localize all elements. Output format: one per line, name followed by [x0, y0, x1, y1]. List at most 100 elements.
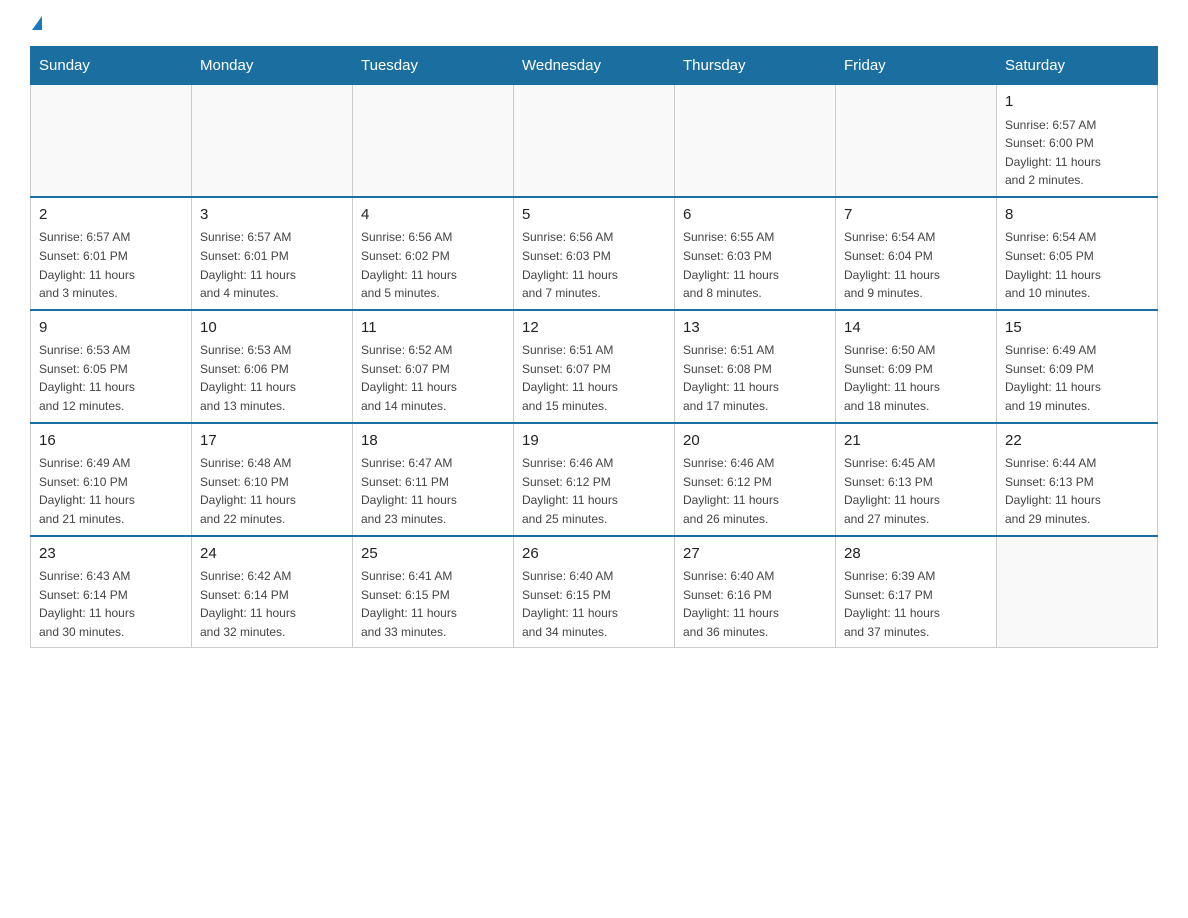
weekday-header-saturday: Saturday — [997, 47, 1158, 85]
day-info: Sunrise: 6:57 AM Sunset: 6:00 PM Dayligh… — [1005, 116, 1149, 190]
logo — [30, 20, 42, 30]
day-number: 7 — [844, 204, 988, 227]
calendar-week-row: 1Sunrise: 6:57 AM Sunset: 6:00 PM Daylig… — [31, 85, 1158, 197]
day-info: Sunrise: 6:45 AM Sunset: 6:13 PM Dayligh… — [844, 454, 988, 528]
day-number: 26 — [522, 543, 666, 566]
calendar-week-row: 16Sunrise: 6:49 AM Sunset: 6:10 PM Dayli… — [31, 423, 1158, 536]
day-info: Sunrise: 6:56 AM Sunset: 6:03 PM Dayligh… — [522, 228, 666, 302]
page-header — [30, 20, 1158, 30]
day-number: 3 — [200, 204, 344, 227]
day-info: Sunrise: 6:49 AM Sunset: 6:09 PM Dayligh… — [1005, 341, 1149, 415]
calendar-day-cell: 6Sunrise: 6:55 AM Sunset: 6:03 PM Daylig… — [675, 197, 836, 310]
day-info: Sunrise: 6:43 AM Sunset: 6:14 PM Dayligh… — [39, 567, 183, 641]
calendar-day-cell: 15Sunrise: 6:49 AM Sunset: 6:09 PM Dayli… — [997, 310, 1158, 423]
calendar-day-cell: 25Sunrise: 6:41 AM Sunset: 6:15 PM Dayli… — [353, 536, 514, 648]
calendar-week-row: 2Sunrise: 6:57 AM Sunset: 6:01 PM Daylig… — [31, 197, 1158, 310]
day-number: 21 — [844, 430, 988, 453]
calendar-header-row: SundayMondayTuesdayWednesdayThursdayFrid… — [31, 47, 1158, 85]
day-number: 23 — [39, 543, 183, 566]
calendar-day-cell: 3Sunrise: 6:57 AM Sunset: 6:01 PM Daylig… — [192, 197, 353, 310]
day-number: 18 — [361, 430, 505, 453]
day-info: Sunrise: 6:46 AM Sunset: 6:12 PM Dayligh… — [683, 454, 827, 528]
calendar-day-cell: 1Sunrise: 6:57 AM Sunset: 6:00 PM Daylig… — [997, 85, 1158, 197]
calendar-day-cell: 10Sunrise: 6:53 AM Sunset: 6:06 PM Dayli… — [192, 310, 353, 423]
day-info: Sunrise: 6:46 AM Sunset: 6:12 PM Dayligh… — [522, 454, 666, 528]
day-info: Sunrise: 6:44 AM Sunset: 6:13 PM Dayligh… — [1005, 454, 1149, 528]
day-number: 24 — [200, 543, 344, 566]
day-number: 14 — [844, 317, 988, 340]
calendar-day-cell: 27Sunrise: 6:40 AM Sunset: 6:16 PM Dayli… — [675, 536, 836, 648]
weekday-header-thursday: Thursday — [675, 47, 836, 85]
day-number: 2 — [39, 204, 183, 227]
calendar-day-cell — [353, 85, 514, 197]
calendar-day-cell — [836, 85, 997, 197]
day-number: 15 — [1005, 317, 1149, 340]
weekday-header-monday: Monday — [192, 47, 353, 85]
day-number: 25 — [361, 543, 505, 566]
day-info: Sunrise: 6:39 AM Sunset: 6:17 PM Dayligh… — [844, 567, 988, 641]
day-number: 9 — [39, 317, 183, 340]
calendar-day-cell: 2Sunrise: 6:57 AM Sunset: 6:01 PM Daylig… — [31, 197, 192, 310]
day-number: 11 — [361, 317, 505, 340]
calendar-day-cell: 24Sunrise: 6:42 AM Sunset: 6:14 PM Dayli… — [192, 536, 353, 648]
day-info: Sunrise: 6:49 AM Sunset: 6:10 PM Dayligh… — [39, 454, 183, 528]
day-number: 19 — [522, 430, 666, 453]
day-info: Sunrise: 6:47 AM Sunset: 6:11 PM Dayligh… — [361, 454, 505, 528]
calendar-day-cell: 9Sunrise: 6:53 AM Sunset: 6:05 PM Daylig… — [31, 310, 192, 423]
day-info: Sunrise: 6:55 AM Sunset: 6:03 PM Dayligh… — [683, 228, 827, 302]
day-info: Sunrise: 6:56 AM Sunset: 6:02 PM Dayligh… — [361, 228, 505, 302]
calendar-day-cell: 7Sunrise: 6:54 AM Sunset: 6:04 PM Daylig… — [836, 197, 997, 310]
logo-triangle-icon — [32, 16, 42, 30]
calendar-day-cell — [31, 85, 192, 197]
day-info: Sunrise: 6:53 AM Sunset: 6:05 PM Dayligh… — [39, 341, 183, 415]
day-number: 20 — [683, 430, 827, 453]
calendar-day-cell: 26Sunrise: 6:40 AM Sunset: 6:15 PM Dayli… — [514, 536, 675, 648]
weekday-header-tuesday: Tuesday — [353, 47, 514, 85]
calendar-day-cell: 19Sunrise: 6:46 AM Sunset: 6:12 PM Dayli… — [514, 423, 675, 536]
calendar-day-cell: 18Sunrise: 6:47 AM Sunset: 6:11 PM Dayli… — [353, 423, 514, 536]
calendar-day-cell: 28Sunrise: 6:39 AM Sunset: 6:17 PM Dayli… — [836, 536, 997, 648]
calendar-day-cell: 4Sunrise: 6:56 AM Sunset: 6:02 PM Daylig… — [353, 197, 514, 310]
calendar-week-row: 9Sunrise: 6:53 AM Sunset: 6:05 PM Daylig… — [31, 310, 1158, 423]
calendar-day-cell: 17Sunrise: 6:48 AM Sunset: 6:10 PM Dayli… — [192, 423, 353, 536]
calendar-day-cell: 12Sunrise: 6:51 AM Sunset: 6:07 PM Dayli… — [514, 310, 675, 423]
calendar-day-cell: 13Sunrise: 6:51 AM Sunset: 6:08 PM Dayli… — [675, 310, 836, 423]
day-info: Sunrise: 6:48 AM Sunset: 6:10 PM Dayligh… — [200, 454, 344, 528]
weekday-header-sunday: Sunday — [31, 47, 192, 85]
calendar-day-cell: 11Sunrise: 6:52 AM Sunset: 6:07 PM Dayli… — [353, 310, 514, 423]
weekday-header-wednesday: Wednesday — [514, 47, 675, 85]
day-info: Sunrise: 6:53 AM Sunset: 6:06 PM Dayligh… — [200, 341, 344, 415]
calendar-day-cell — [675, 85, 836, 197]
day-info: Sunrise: 6:52 AM Sunset: 6:07 PM Dayligh… — [361, 341, 505, 415]
day-info: Sunrise: 6:54 AM Sunset: 6:05 PM Dayligh… — [1005, 228, 1149, 302]
day-info: Sunrise: 6:51 AM Sunset: 6:07 PM Dayligh… — [522, 341, 666, 415]
calendar-table: SundayMondayTuesdayWednesdayThursdayFrid… — [30, 46, 1158, 648]
calendar-day-cell — [997, 536, 1158, 648]
calendar-day-cell: 22Sunrise: 6:44 AM Sunset: 6:13 PM Dayli… — [997, 423, 1158, 536]
day-number: 4 — [361, 204, 505, 227]
calendar-day-cell: 5Sunrise: 6:56 AM Sunset: 6:03 PM Daylig… — [514, 197, 675, 310]
calendar-day-cell — [192, 85, 353, 197]
day-number: 12 — [522, 317, 666, 340]
day-number: 22 — [1005, 430, 1149, 453]
day-number: 28 — [844, 543, 988, 566]
day-number: 10 — [200, 317, 344, 340]
day-number: 8 — [1005, 204, 1149, 227]
day-info: Sunrise: 6:54 AM Sunset: 6:04 PM Dayligh… — [844, 228, 988, 302]
day-info: Sunrise: 6:42 AM Sunset: 6:14 PM Dayligh… — [200, 567, 344, 641]
day-info: Sunrise: 6:57 AM Sunset: 6:01 PM Dayligh… — [200, 228, 344, 302]
weekday-header-friday: Friday — [836, 47, 997, 85]
calendar-day-cell: 23Sunrise: 6:43 AM Sunset: 6:14 PM Dayli… — [31, 536, 192, 648]
day-info: Sunrise: 6:51 AM Sunset: 6:08 PM Dayligh… — [683, 341, 827, 415]
day-info: Sunrise: 6:40 AM Sunset: 6:15 PM Dayligh… — [522, 567, 666, 641]
calendar-day-cell — [514, 85, 675, 197]
day-number: 16 — [39, 430, 183, 453]
day-info: Sunrise: 6:57 AM Sunset: 6:01 PM Dayligh… — [39, 228, 183, 302]
day-number: 5 — [522, 204, 666, 227]
calendar-day-cell: 14Sunrise: 6:50 AM Sunset: 6:09 PM Dayli… — [836, 310, 997, 423]
day-info: Sunrise: 6:40 AM Sunset: 6:16 PM Dayligh… — [683, 567, 827, 641]
calendar-day-cell: 16Sunrise: 6:49 AM Sunset: 6:10 PM Dayli… — [31, 423, 192, 536]
day-number: 13 — [683, 317, 827, 340]
day-number: 17 — [200, 430, 344, 453]
day-info: Sunrise: 6:41 AM Sunset: 6:15 PM Dayligh… — [361, 567, 505, 641]
